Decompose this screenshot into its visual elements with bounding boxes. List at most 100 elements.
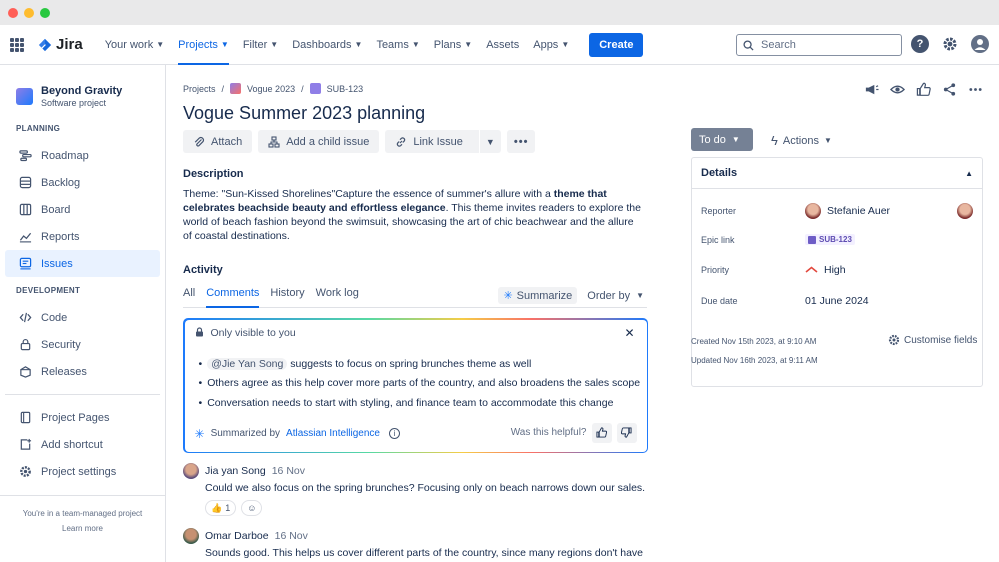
nav-projects[interactable]: Projects ▼ [178,25,229,65]
sidebar-item-label: Reports [41,230,80,243]
nav-apps[interactable]: Apps ▼ [533,25,569,65]
nav-your-work[interactable]: Your work ▼ [105,25,164,65]
created-timestamp: Created Nov 15th 2023, at 9:10 AM [691,337,817,346]
avatar-icon[interactable] [971,35,989,53]
description-text: Theme: "Sun-Kissed Shorelines"Capture th… [183,188,554,200]
tab-history[interactable]: History [270,287,304,307]
thumbs-up-reaction[interactable]: 👍 1 [205,500,237,516]
details-header[interactable]: Details ▲ [692,158,982,189]
add-child-issue-button[interactable]: Add a child issue [258,130,380,153]
tab-comments[interactable]: Comments [206,287,260,308]
watch-icon[interactable] [890,82,905,97]
search-input[interactable]: Search [736,34,902,56]
comment-body: Could we also focus on the spring brunch… [205,482,646,494]
learn-more-link[interactable]: Learn more [5,521,160,536]
nav-teams[interactable]: Teams ▼ [376,25,419,65]
sidebar-item-roadmap[interactable]: Roadmap [5,142,160,169]
chevron-down-icon: ▼ [464,40,473,49]
reporter-value[interactable]: Stefanie Auer [805,203,890,219]
customise-fields-button[interactable]: Customise fields [888,334,977,346]
close-icon[interactable]: ✕ [624,326,634,340]
info-icon[interactable]: i [388,428,400,439]
breadcrumb-issue[interactable]: SUB-123 [327,84,364,94]
breadcrumb-projects[interactable]: Projects [183,84,216,94]
more-actions-button[interactable]: ••• [506,130,536,153]
sidebar-item-code[interactable]: Code [5,304,160,331]
add-reaction-button[interactable]: ☺ [241,500,263,516]
bullet-text: Others agree as this help cover more par… [207,376,641,389]
gear-icon[interactable] [942,36,958,52]
create-button[interactable]: Create [589,32,644,57]
attach-button[interactable]: Attach [183,130,253,153]
jira-logo[interactable]: Jira [38,36,83,53]
nav-projects-label: Projects [178,38,218,51]
tab-work-log[interactable]: Work log [316,287,359,307]
summarize-button[interactable]: ✳ Summarize [498,287,578,304]
user-mention[interactable]: @Jie Yan Song [207,357,288,370]
nav-teams-label: Teams [376,38,409,51]
sidebar-item-label: Code [41,311,68,324]
tab-all[interactable]: All [183,287,195,307]
priority-value[interactable]: High [805,264,846,276]
top-right-icons: ? [911,35,989,53]
nav-dashboards[interactable]: Dashboards ▼ [292,25,362,65]
due-date-value[interactable]: 01 June 2024 [805,295,869,307]
paperclip-icon [194,136,205,147]
thumbs-up-icon[interactable] [916,82,931,97]
nav-plans[interactable]: Plans ▼ [434,25,472,65]
reporter-label: Reporter [701,206,737,216]
order-by-button[interactable]: Order by ▼ [587,290,644,302]
project-icon [230,83,242,94]
app-switcher-icon[interactable] [10,37,24,52]
sidebar-item-board[interactable]: Board [5,196,160,223]
comment: Omar Darboe 16 Nov Sounds good. This hel… [183,528,653,559]
chevron-down-icon[interactable]: ▼ [478,130,501,153]
sidebar-item-label: Project settings [41,465,117,478]
reporter-name: Stefanie Auer [827,205,891,217]
epic-badge[interactable]: SUB-123 [805,234,855,245]
sidebar-item-label: Add shortcut [41,438,103,451]
sidebar-item-project-settings[interactable]: Project settings [5,458,160,485]
issues-icon [18,257,32,271]
issue-title[interactable]: Vogue Summer 2023 planning [183,103,425,124]
help-icon[interactable]: ? [911,35,929,53]
sidebar-item-add-shortcut[interactable]: Add shortcut [5,431,160,458]
avatar[interactable] [183,528,199,544]
maximize-window-button[interactable] [40,7,50,18]
sidebar-item-releases[interactable]: Releases [5,358,160,385]
comment-author[interactable]: Jia yan Song [205,465,266,477]
description-body[interactable]: Theme: "Sun-Kissed Shorelines"Capture th… [183,187,643,243]
feedback-area: Was this helpful? [511,422,637,443]
sidebar-item-issues[interactable]: Issues [5,250,160,277]
sidebar-item-reports[interactable]: Reports [5,223,160,250]
share-icon[interactable] [942,82,957,97]
ai-summary-footer: ✳ Summarized by Atlassian Intelligence i [195,427,400,441]
sidebar-item-backlog[interactable]: Backlog [5,169,160,196]
summary-bullet: • @Jie Yan Song suggests to focus on spr… [198,357,532,370]
sidebar-item-label: Backlog [41,176,81,189]
more-icon[interactable] [968,82,983,97]
link-issue-button[interactable]: Link Issue ▼ [385,130,501,153]
atlassian-intelligence-link[interactable]: Atlassian Intelligence [286,428,380,439]
board-icon [18,203,32,217]
nav-assets[interactable]: Assets [486,25,519,65]
avatar[interactable] [957,203,973,219]
ai-sparkle-icon: ✳ [503,290,513,302]
sidebar-item-security[interactable]: Security [5,331,160,358]
activity-tabs: All Comments History Work log ✳ Summariz… [183,287,647,308]
thumbs-up-button[interactable] [591,422,612,443]
project-avatar [16,88,33,105]
breadcrumb-project[interactable]: Vogue 2023 [247,84,295,94]
avatar[interactable] [183,463,199,479]
sidebar-item-project-pages[interactable]: Project Pages [5,404,160,431]
close-window-button[interactable] [8,7,18,18]
megaphone-icon[interactable] [864,82,879,97]
comment-author[interactable]: Omar Darboe [205,530,269,542]
project-header[interactable]: Beyond Gravity Software project [5,65,160,108]
nav-filter[interactable]: Filter ▼ [243,25,278,65]
actions-dropdown[interactable]: ϟ Actions ▼ [771,133,832,148]
minimize-window-button[interactable] [24,7,34,18]
bullet-text: Conversation needs to start with styling… [207,396,614,409]
status-dropdown[interactable]: To do ▼ [691,128,753,151]
thumbs-down-button[interactable] [616,422,637,443]
